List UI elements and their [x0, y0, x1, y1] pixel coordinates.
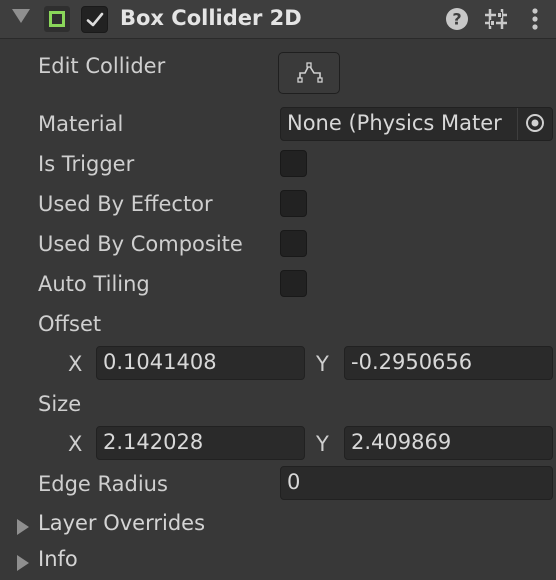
edge-radius-field[interactable]: 0 [280, 466, 553, 500]
info-label: Info [38, 547, 78, 571]
offset-y-label: Y [316, 352, 329, 376]
used-by-composite-checkbox[interactable] [280, 230, 307, 257]
auto-tiling-label: Auto Tiling [38, 272, 150, 296]
edit-collider-icon [297, 62, 323, 83]
expand-arrow-icon [17, 555, 29, 571]
layer-overrides-foldout[interactable]: Layer Overrides [0, 510, 556, 542]
component-title: Box Collider 2D [120, 6, 302, 30]
used-by-effector-label: Used By Effector [38, 192, 213, 216]
object-picker-icon [526, 114, 544, 132]
offset-x-label: X [68, 352, 83, 376]
help-icon[interactable]: ? [445, 7, 469, 31]
layer-overrides-label: Layer Overrides [38, 511, 206, 535]
size-x-field[interactable]: 2.142028 [96, 426, 305, 460]
collapse-arrow-icon[interactable] [12, 9, 30, 23]
edge-radius-label: Edge Radius [38, 472, 168, 496]
component-header[interactable]: Box Collider 2D ? [0, 0, 556, 39]
offset-x-field[interactable]: 0.1041408 [96, 346, 305, 380]
material-label: Material [38, 112, 124, 136]
expand-arrow-icon [17, 519, 29, 535]
presets-icon[interactable] [484, 7, 508, 31]
is-trigger-checkbox[interactable] [280, 150, 307, 177]
size-y-field[interactable]: 2.409869 [344, 426, 553, 460]
box-collider-2d-icon [44, 6, 70, 32]
offset-label: Offset [38, 312, 102, 336]
size-y-label: Y [316, 432, 329, 456]
material-object-field[interactable]: None (Physics Mater [280, 107, 553, 141]
auto-tiling-checkbox[interactable] [280, 270, 307, 297]
component-enabled-checkbox[interactable] [81, 6, 108, 33]
svg-text:?: ? [452, 10, 461, 29]
used-by-effector-checkbox[interactable] [280, 190, 307, 217]
material-value: None (Physics Mater [287, 111, 502, 135]
box-collider-2d-inspector: Box Collider 2D ? Edit Collider Material… [0, 0, 556, 580]
info-foldout[interactable]: Info [0, 546, 556, 578]
used-by-composite-label: Used By Composite [38, 232, 243, 256]
size-label: Size [38, 392, 82, 416]
more-vertical-icon[interactable] [529, 7, 541, 31]
checkmark-icon [86, 12, 104, 27]
size-x-label: X [68, 432, 83, 456]
is-trigger-label: Is Trigger [38, 152, 135, 176]
edit-collider-button[interactable] [278, 52, 340, 94]
object-picker-button[interactable] [517, 108, 552, 140]
offset-y-field[interactable]: -0.2950656 [344, 346, 553, 380]
edit-collider-label: Edit Collider [38, 54, 166, 78]
